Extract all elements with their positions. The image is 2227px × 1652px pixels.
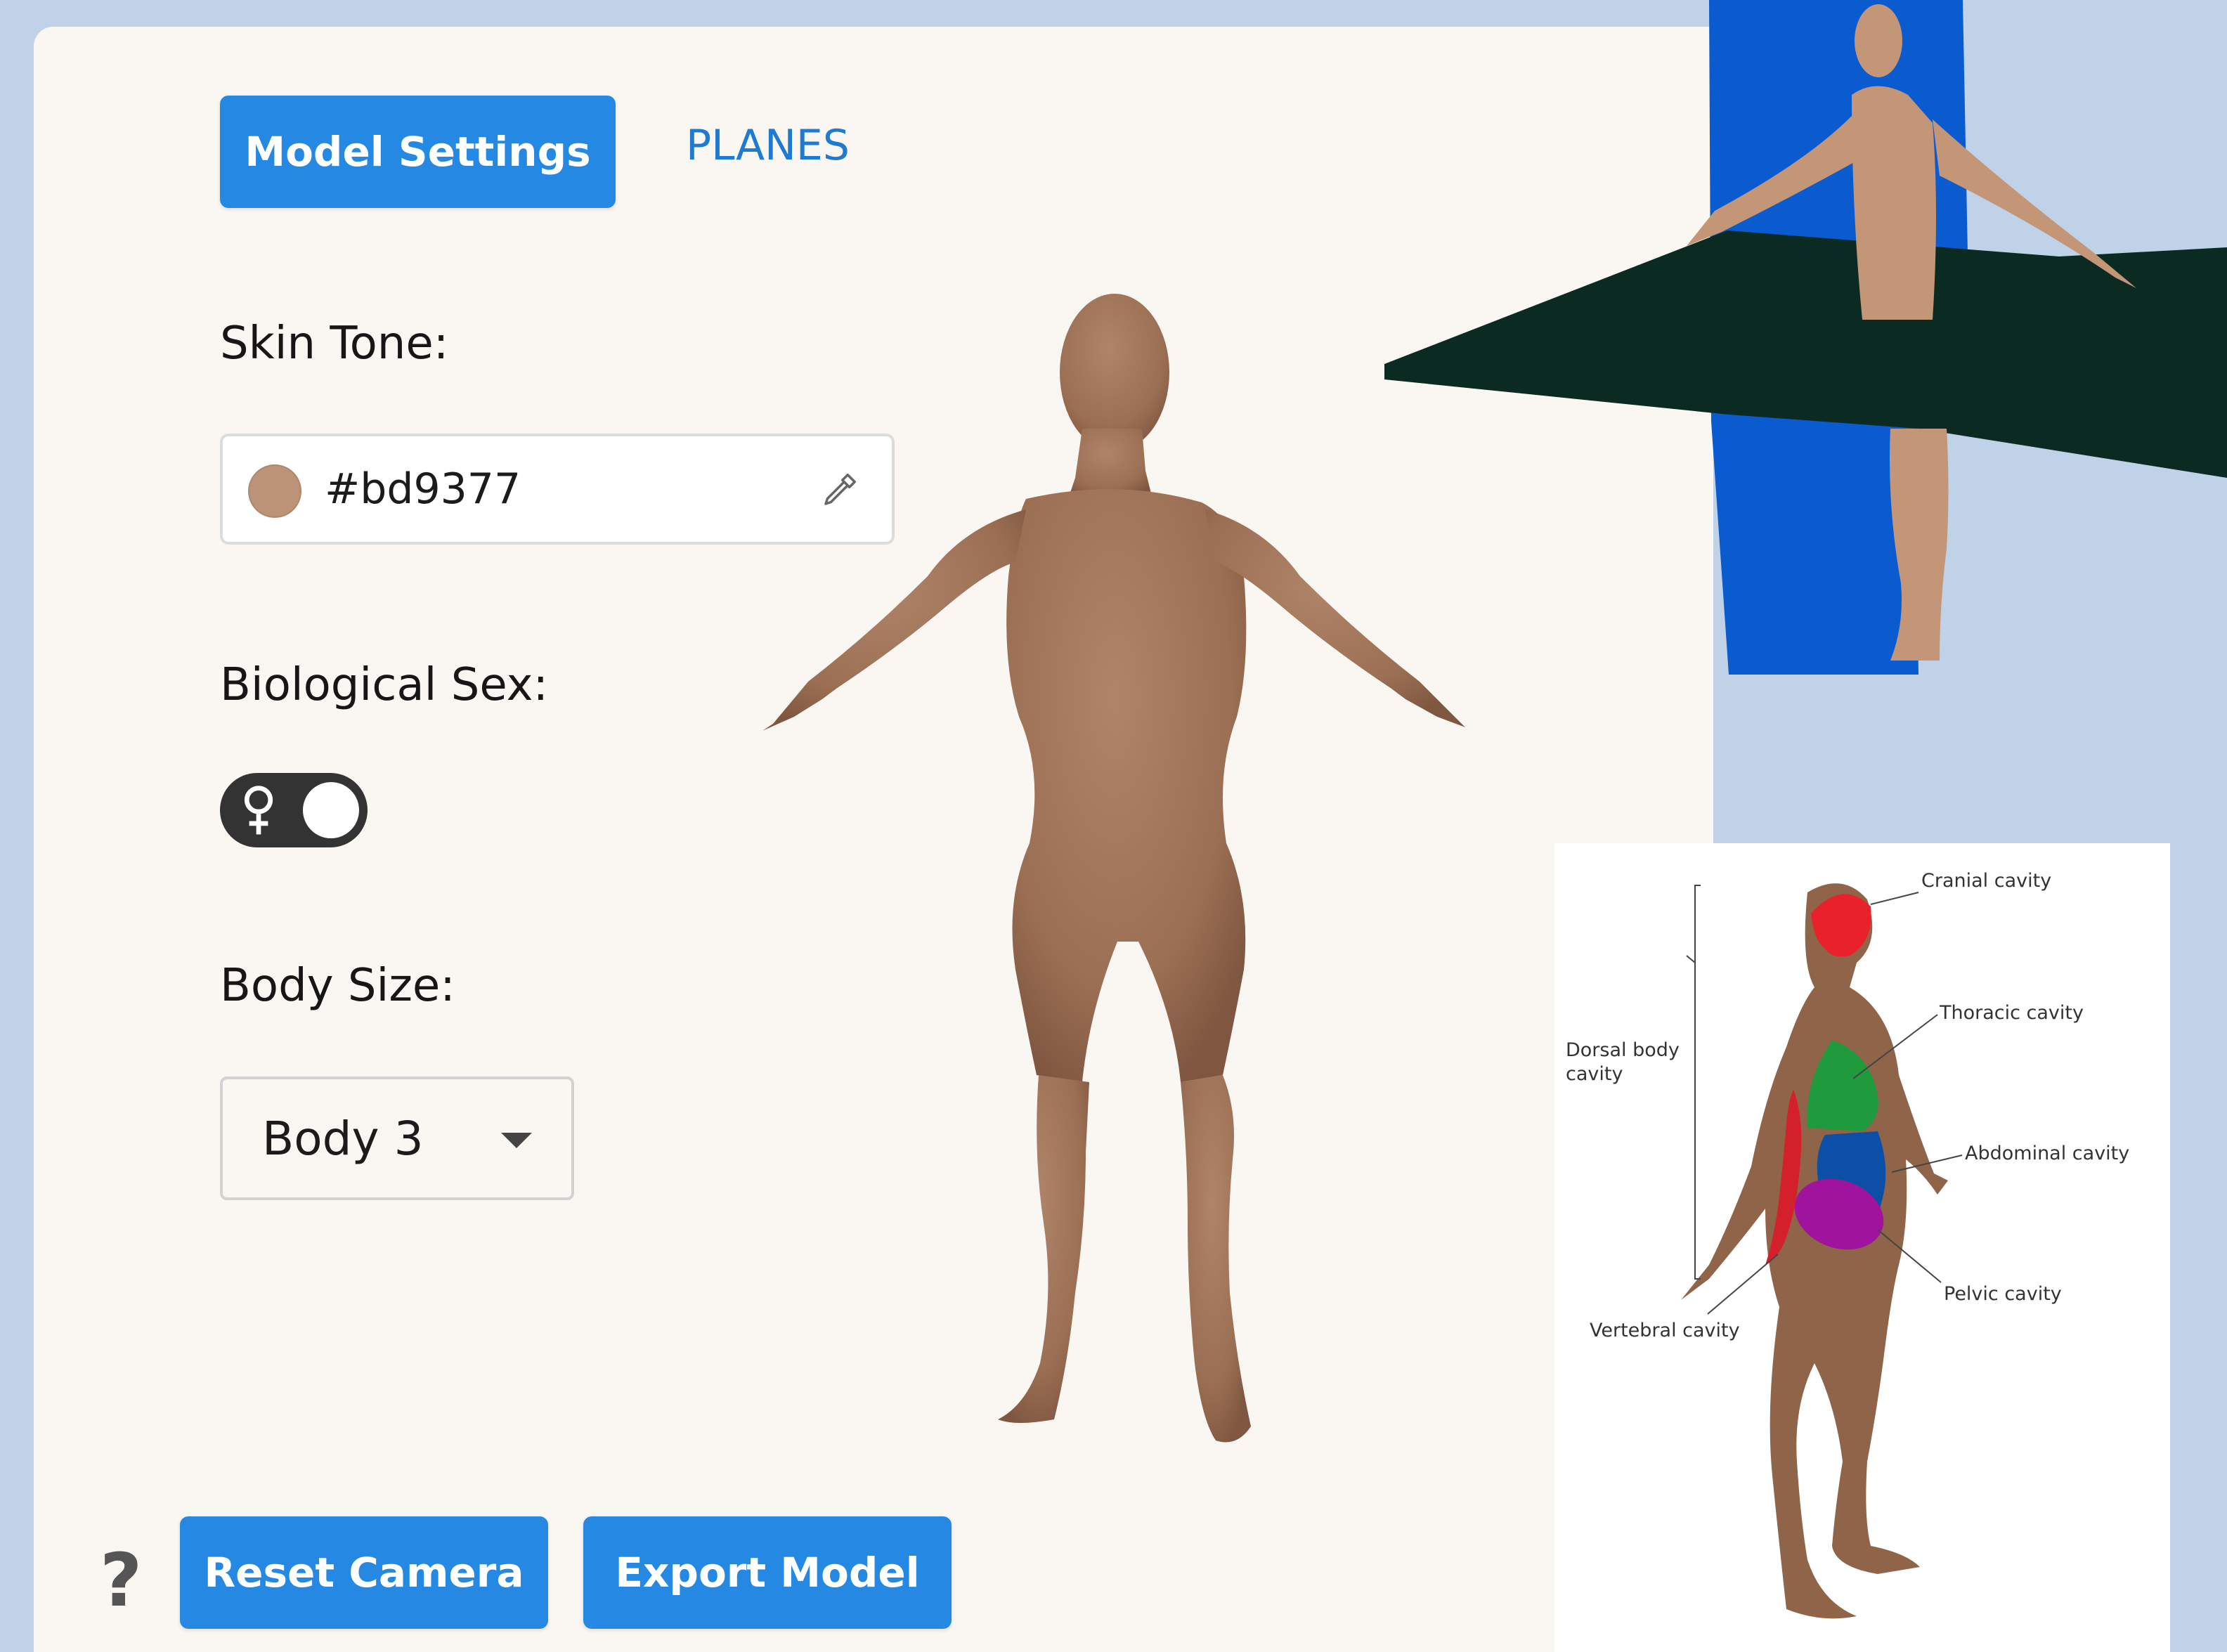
skin-tone-hex-value[interactable]: #bd9377	[325, 464, 521, 514]
body-cavities-diagram: Cranial cavity Thoracic cavity Dorsal bo…	[1554, 843, 2170, 1652]
label-abdominal-cavity: Abdominal cavity	[1965, 1143, 2130, 1164]
tab-model-settings[interactable]: Model Settings	[220, 96, 616, 208]
toggle-knob[interactable]	[303, 782, 359, 838]
body-size-label: Body Size:	[220, 960, 455, 1012]
label-pelvic-cavity: Pelvic cavity	[1944, 1283, 2062, 1305]
skin-tone-label: Skin Tone:	[220, 318, 449, 370]
label-dorsal-body-cavity: Dorsal body cavity	[1566, 1039, 1680, 1085]
label-vertebral-cavity: Vertebral cavity	[1590, 1320, 1740, 1341]
biological-sex-toggle[interactable]	[220, 773, 368, 847]
female-symbol-icon	[244, 786, 273, 835]
body-figure	[762, 294, 1465, 1443]
tab-planes[interactable]: PLANES	[686, 121, 850, 170]
biological-sex-label: Biological Sex:	[220, 659, 549, 711]
chevron-down-icon	[501, 1133, 532, 1148]
body-size-select[interactable]: Body 3	[220, 1077, 574, 1200]
cavity-illustration	[1681, 883, 1963, 1619]
label-cranial-cavity: Cranial cavity	[1921, 870, 2052, 892]
export-model-button[interactable]: Export Model	[583, 1516, 952, 1629]
skin-tone-swatch[interactable]	[248, 464, 301, 518]
body-size-selected-value: Body 3	[262, 1112, 424, 1166]
label-thoracic-cavity: Thoracic cavity	[1940, 1002, 2084, 1024]
planes-preview	[1384, 0, 2227, 675]
reset-camera-button[interactable]: Reset Camera	[180, 1516, 548, 1629]
help-icon[interactable]: ?	[100, 1537, 142, 1623]
